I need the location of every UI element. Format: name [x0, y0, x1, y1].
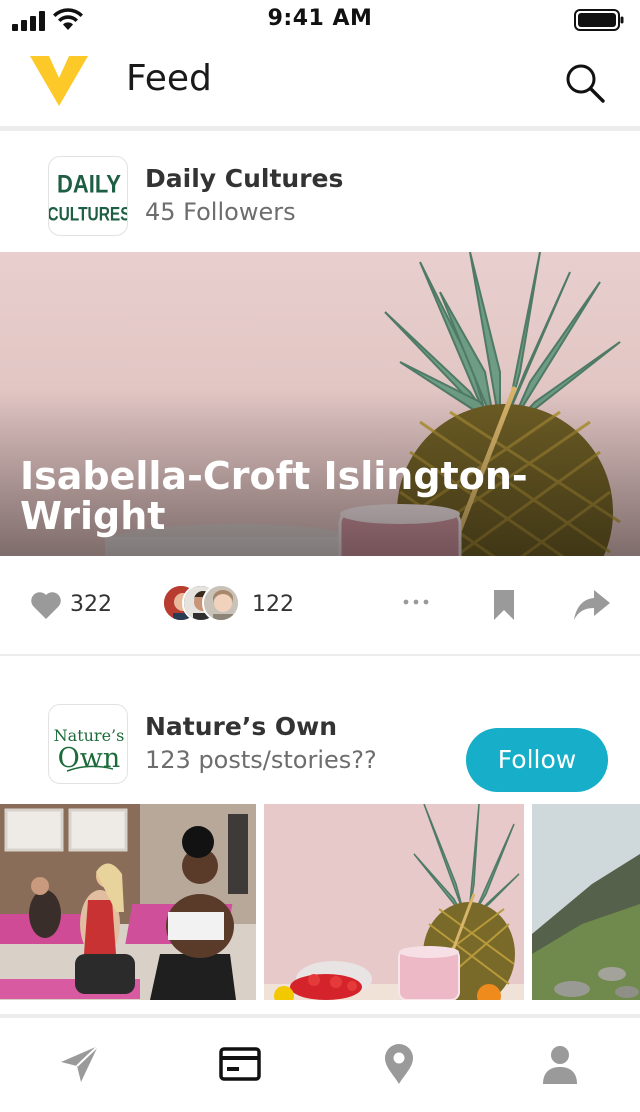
svg-text:CULTURES: CULTURES: [49, 203, 128, 225]
status-bar: 9:41 AM: [0, 0, 640, 40]
daily-cultures-avatar[interactable]: DAILY CULTURES: [48, 156, 128, 236]
nav-bar: Feed: [0, 40, 640, 126]
post-1-header: DAILY CULTURES Daily Cultures 45 Followe…: [0, 132, 640, 252]
nav-divider: [0, 126, 640, 131]
share-icon[interactable]: [572, 588, 612, 622]
post-divider: [0, 654, 640, 656]
post-1-actions: 322 122: [0, 556, 640, 654]
svg-text:Own: Own: [58, 743, 121, 774]
post-count: 123 posts/stories??: [145, 746, 377, 774]
post-headline[interactable]: Isabella-Croft Islington-Wright: [20, 456, 560, 536]
post-1-hero-image[interactable]: Isabella-Croft Islington-Wright: [0, 252, 640, 556]
post-2-header: Nature’s Own Nature’s Own 123 posts/stor…: [0, 680, 640, 800]
avatar: [202, 584, 240, 622]
app-logo-icon[interactable]: [30, 56, 88, 106]
daily-cultures-logo: DAILY CULTURES: [49, 171, 128, 225]
author-name[interactable]: Daily Cultures: [145, 164, 343, 193]
yoga-class-thumbnail[interactable]: [0, 804, 256, 1000]
feed-icon[interactable]: [218, 1042, 262, 1086]
natures-own-logo: Nature’s Own: [54, 726, 125, 774]
status-time: 9:41 AM: [267, 6, 373, 31]
more-icon[interactable]: [398, 594, 434, 610]
svg-text:DAILY: DAILY: [57, 171, 121, 199]
comment-count: 122: [252, 592, 294, 617]
commenter-avatars[interactable]: [162, 584, 242, 624]
tab-bar: [0, 1018, 640, 1112]
like-count: 322: [70, 592, 112, 617]
search-icon[interactable]: [564, 62, 606, 104]
heart-icon[interactable]: [30, 590, 62, 620]
location-pin-icon[interactable]: [377, 1042, 421, 1086]
post-2-image-carousel[interactable]: [0, 804, 640, 1000]
send-icon[interactable]: [57, 1042, 101, 1086]
bookmark-icon[interactable]: [490, 588, 518, 622]
page-title: Feed: [126, 58, 212, 99]
pineapple-smoothie-thumbnail[interactable]: [264, 804, 524, 1000]
follow-button[interactable]: Follow: [466, 728, 608, 792]
battery-icon: [574, 9, 624, 31]
profile-icon[interactable]: [538, 1042, 582, 1086]
author-name[interactable]: Nature’s Own: [145, 712, 337, 741]
natures-own-avatar[interactable]: Nature’s Own: [48, 704, 128, 784]
follower-count: 45 Followers: [145, 198, 296, 226]
mountain-landscape-thumbnail[interactable]: [532, 804, 640, 1000]
